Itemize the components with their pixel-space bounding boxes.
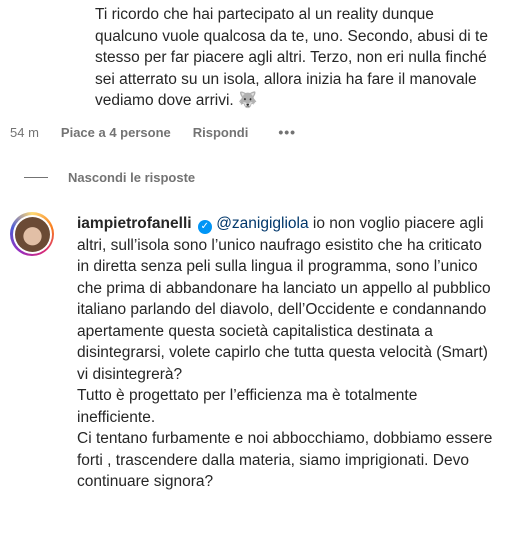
reply-comment-text-2: Tutto è progettato per l’efficienza ma è… xyxy=(77,387,418,426)
reply-comment: iampietrofanelli ✓ @zanigigliola io non … xyxy=(77,213,497,493)
reply-button[interactable]: Rispondi xyxy=(193,125,249,140)
hide-replies-label: Nascondi le risposte xyxy=(68,169,196,185)
verified-badge-icon: ✓ xyxy=(197,220,212,234)
hide-replies-button[interactable]: Nascondi le risposte xyxy=(24,168,195,186)
avatar[interactable] xyxy=(10,212,54,256)
comment-timestamp: 54 m xyxy=(10,124,39,140)
mention-link[interactable]: @zanigigliola xyxy=(216,215,308,232)
reply-comment-text: io non voglio piacere agli altri, sull’i… xyxy=(77,215,491,383)
username-link[interactable]: iampietrofanelli xyxy=(77,215,192,232)
more-options-icon[interactable]: ••• xyxy=(278,124,296,140)
comment-meta: 54 m Piace a 4 persone Rispondi ••• xyxy=(10,123,296,141)
divider-line xyxy=(24,176,48,178)
reply-comment-text-3: Ci tentano furbamente e noi abbocchiamo,… xyxy=(77,430,493,490)
comment-text: Ti ricordo che hai partecipato al un rea… xyxy=(95,6,488,109)
likes-count-link[interactable]: Piace a 4 persone xyxy=(61,125,171,140)
avatar-photo xyxy=(14,216,50,252)
